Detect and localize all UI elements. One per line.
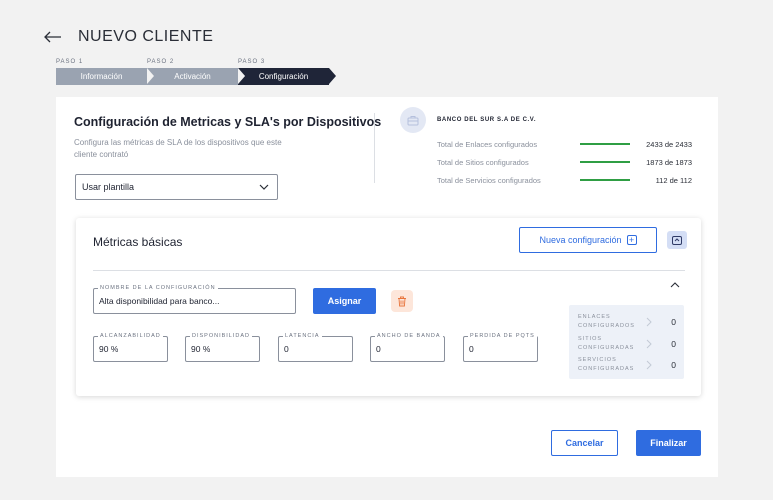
stat-value: 2433 de 2433 bbox=[646, 139, 692, 149]
stat-value: 1873 de 1873 bbox=[646, 157, 692, 167]
field-value: Alta disponibilidad para banco... bbox=[99, 296, 220, 306]
field-value: 90 % bbox=[99, 344, 119, 354]
bank-logo bbox=[400, 107, 426, 133]
delete-button[interactable] bbox=[391, 290, 413, 312]
perdida-de-pqts-field[interactable]: PERDIDA DE PQTS 0 bbox=[463, 332, 538, 362]
step-activacion[interactable]: PASO 2 Activación bbox=[147, 59, 245, 85]
ancho-de-banda-field[interactable]: ANCHO DE BANDA 0 bbox=[370, 332, 445, 362]
step-caption: PASO 2 bbox=[147, 59, 175, 65]
step-label: Configuración bbox=[238, 68, 336, 85]
field-label: NOMBRE DE LA CONFIGURACIÓN bbox=[98, 284, 218, 292]
field-label: LATENCIA bbox=[283, 332, 322, 340]
page-title: NUEVO CLIENTE bbox=[78, 28, 214, 45]
assign-button[interactable]: Asignar bbox=[313, 288, 376, 314]
step-caption: PASO 1 bbox=[56, 59, 84, 65]
stat-value: 112 de 112 bbox=[655, 175, 692, 185]
stat-row-servicios: Total de Servicios configurados 112 de 1… bbox=[437, 174, 692, 186]
field-value: 0 bbox=[376, 344, 381, 354]
stat-progress-bar bbox=[580, 161, 630, 163]
stepper: PASO 1 Información PASO 2 Activación PAS… bbox=[56, 59, 336, 85]
new-config-label: Nueva configuración bbox=[539, 235, 622, 245]
template-select[interactable]: Usar plantilla bbox=[75, 174, 278, 200]
stat-progress-bar bbox=[580, 143, 630, 145]
stat-row-sitios: Total de Sitios configurados 1873 de 187… bbox=[437, 156, 692, 168]
new-config-button[interactable]: Nueva configuración + bbox=[519, 227, 657, 253]
field-value: 90 % bbox=[191, 344, 211, 354]
trash-icon bbox=[398, 296, 406, 306]
step-configuracion[interactable]: PASO 3 Configuración bbox=[238, 59, 336, 85]
summary-row-sitios[interactable]: SITIOS CONFIGURADAS 0 bbox=[578, 335, 676, 353]
summary-row-enlaces[interactable]: ENLACES CONFIGURADOS 0 bbox=[578, 313, 676, 331]
bank-name: BANCO DEL SUR S.A DE C.V. bbox=[437, 117, 537, 123]
field-label: PERDIDA DE PQTS bbox=[468, 332, 537, 340]
summary-label: SITIOS CONFIGURADAS bbox=[578, 336, 635, 351]
field-label: DISPONIBILIDAD bbox=[190, 332, 253, 340]
briefcase-icon bbox=[407, 115, 419, 125]
step-label: Activación bbox=[147, 68, 245, 85]
step-label: Información bbox=[56, 68, 154, 85]
stat-progress-bar bbox=[580, 179, 630, 181]
latencia-field[interactable]: LATENCIA 0 bbox=[278, 332, 353, 362]
section-divider bbox=[93, 270, 685, 271]
collapse-icon bbox=[672, 235, 682, 245]
stat-label: Total de Enlaces configurados bbox=[437, 139, 538, 149]
config-description: Configura las métricas de SLA de los dis… bbox=[74, 138, 282, 159]
summary-value: 0 bbox=[671, 339, 676, 349]
field-label: ANCHO DE BANDA bbox=[375, 332, 443, 340]
chevron-right-icon bbox=[646, 339, 652, 349]
template-select-value: Usar plantilla bbox=[82, 182, 135, 192]
step-caption: PASO 3 bbox=[238, 59, 266, 65]
cancel-button[interactable]: Cancelar bbox=[551, 430, 618, 456]
back-arrow-icon[interactable] bbox=[44, 29, 66, 45]
stat-row-enlaces: Total de Enlaces configurados 2433 de 24… bbox=[437, 138, 692, 150]
summary-row-servicios[interactable]: SERVICIOS CONFIGURADAS 0 bbox=[578, 356, 676, 374]
config-title: Configuración de Metricas y SLA's por Di… bbox=[74, 115, 382, 129]
config-name-field[interactable]: NOMBRE DE LA CONFIGURACIÓN Alta disponib… bbox=[93, 284, 296, 314]
summary-label: SERVICIOS CONFIGURADAS bbox=[578, 357, 635, 372]
stat-label: Total de Servicios configurados bbox=[437, 175, 541, 185]
chevron-up-icon[interactable] bbox=[670, 281, 680, 289]
vertical-divider bbox=[374, 113, 375, 183]
summary-value: 0 bbox=[671, 317, 676, 327]
summary-panel: ENLACES CONFIGURADOS 0 SITIOS CONFIGURAD… bbox=[569, 305, 684, 379]
field-label: ALCANZABILIDAD bbox=[98, 332, 163, 340]
chevron-right-icon bbox=[646, 317, 652, 327]
metrics-title: Métricas básicas bbox=[93, 235, 183, 249]
field-value: 0 bbox=[469, 344, 474, 354]
summary-label: ENLACES CONFIGURADOS bbox=[578, 314, 635, 329]
step-informacion[interactable]: PASO 1 Información bbox=[56, 59, 154, 85]
disponibilidad-field[interactable]: DISPONIBILIDAD 90 % bbox=[185, 332, 260, 362]
alcanzabilidad-field[interactable]: ALCANZABILIDAD 90 % bbox=[93, 332, 168, 362]
stat-label: Total de Sitios configurados bbox=[437, 157, 529, 167]
summary-value: 0 bbox=[671, 360, 676, 370]
finish-button[interactable]: Finalizar bbox=[636, 430, 701, 456]
field-value: 0 bbox=[284, 344, 289, 354]
chevron-right-icon bbox=[646, 360, 652, 370]
main-card: Configuración de Metricas y SLA's por Di… bbox=[56, 97, 718, 477]
metrics-card: Métricas básicas Nueva configuración + N… bbox=[76, 218, 701, 396]
plus-icon: + bbox=[626, 235, 637, 245]
page-header: NUEVO CLIENTE bbox=[44, 28, 213, 46]
collapse-button[interactable] bbox=[667, 231, 687, 249]
chevron-down-icon bbox=[259, 184, 269, 190]
